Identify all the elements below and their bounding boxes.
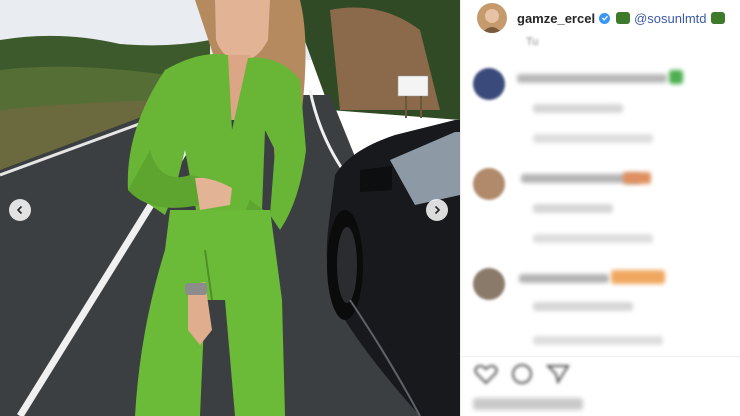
chevron-right-icon xyxy=(434,205,441,215)
chevron-left-icon xyxy=(16,205,23,215)
post-header: gamze_ercel @sosunlmtd xyxy=(461,0,740,36)
post-sidebar: gamze_ercel @sosunlmtd Tu xyxy=(460,0,740,416)
avatar[interactable] xyxy=(477,3,507,33)
emoji-icon xyxy=(623,172,651,184)
comment-text xyxy=(519,274,609,283)
post-photo xyxy=(0,0,460,416)
comment-text xyxy=(517,74,667,83)
emoji-icon xyxy=(669,70,683,84)
likes-count xyxy=(473,398,583,410)
share-icon[interactable] xyxy=(545,362,571,386)
emoji-icon xyxy=(616,12,631,24)
emoji-icon xyxy=(710,12,725,24)
comment-meta xyxy=(533,234,653,243)
action-bar xyxy=(473,362,571,386)
next-image-button[interactable] xyxy=(426,199,448,221)
comment-meta xyxy=(533,134,653,143)
commenter-avatar[interactable] xyxy=(473,168,505,200)
commenter-avatar[interactable] xyxy=(473,68,505,100)
comment-icon[interactable] xyxy=(509,362,535,386)
commenter-avatar[interactable] xyxy=(473,268,505,300)
avatar-image xyxy=(477,3,507,33)
heart-icon[interactable] xyxy=(473,362,499,386)
prev-image-button[interactable] xyxy=(9,199,31,221)
comment-meta xyxy=(533,104,623,113)
comment-meta xyxy=(533,204,613,213)
comment-meta xyxy=(533,302,633,311)
caption-text: Tu xyxy=(526,36,539,48)
verified-badge-icon xyxy=(599,12,611,24)
mention-link[interactable]: @sosunlmtd xyxy=(634,11,706,26)
username-link[interactable]: gamze_ercel xyxy=(517,11,595,26)
photo-scene xyxy=(0,0,460,416)
comment-meta xyxy=(533,336,663,345)
emoji-icon xyxy=(611,270,665,284)
divider xyxy=(461,356,740,357)
